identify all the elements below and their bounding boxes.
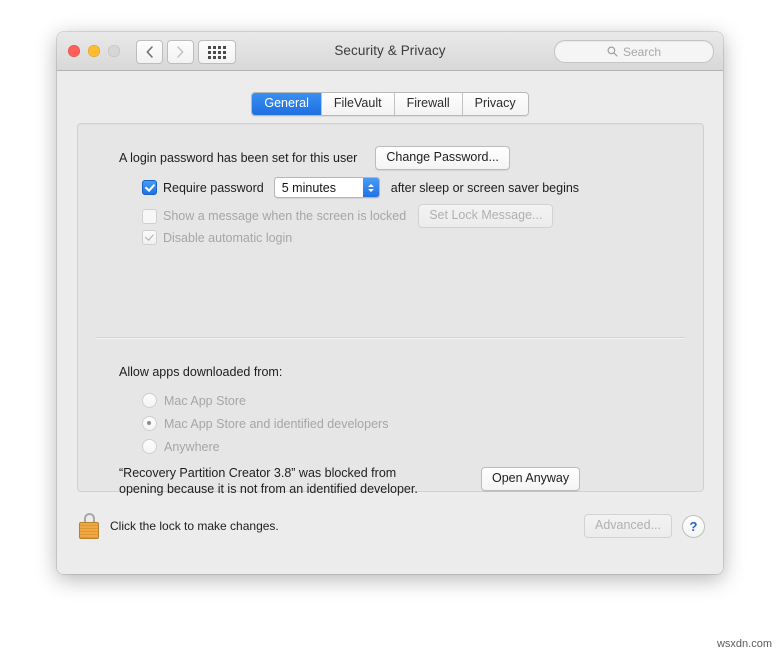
- login-password-label: A login password has been set for this u…: [119, 151, 358, 165]
- blocked-app-message: “Recovery Partition Creator 3.8” was blo…: [119, 465, 449, 497]
- show-lock-message-checkbox: [142, 208, 157, 224]
- gatekeeper-heading-row: Allow apps downloaded from:: [119, 365, 282, 379]
- tab-strip: General FileVault Firewall Privacy: [251, 92, 529, 116]
- radio-mac-app-store-label: Mac App Store: [164, 393, 246, 408]
- window-body: General FileVault Firewall Privacy A log…: [57, 71, 723, 574]
- tab-general[interactable]: General: [252, 93, 322, 115]
- tab-privacy[interactable]: Privacy: [462, 93, 528, 115]
- show-lock-message-row: Show a message when the screen is locked…: [142, 204, 554, 228]
- preferences-window: Security & Privacy Search General FileVa…: [57, 32, 723, 574]
- radio-anywhere: [142, 439, 157, 454]
- radio-identified-developers: [142, 416, 157, 431]
- change-password-button[interactable]: Change Password...: [375, 146, 510, 170]
- show-lock-message-label: Show a message when the screen is locked: [163, 209, 407, 223]
- blocked-app-message-line1: “Recovery Partition Creator 3.8” was blo…: [119, 466, 397, 480]
- general-settings-panel: A login password has been set for this u…: [77, 123, 704, 496]
- padlock-locked-icon[interactable]: [79, 513, 99, 539]
- login-password-row: A login password has been set for this u…: [119, 146, 510, 170]
- gatekeeper-option-identified-developers: Mac App Store and identified developers: [142, 416, 388, 431]
- gatekeeper-heading: Allow apps downloaded from:: [119, 365, 283, 379]
- require-password-checkbox[interactable]: [142, 180, 157, 195]
- require-password-interval-popup[interactable]: 5 minutes: [273, 177, 380, 198]
- open-anyway-button[interactable]: Open Anyway: [481, 467, 581, 491]
- require-password-interval-value: 5 minutes: [281, 180, 336, 195]
- require-password-label: Require password: [163, 180, 264, 195]
- lock-area: Click the lock to make changes.: [79, 513, 279, 539]
- search-input[interactable]: Search: [554, 40, 714, 63]
- gatekeeper-option-mac-app-store: Mac App Store: [142, 393, 246, 408]
- tab-bar: General FileVault Firewall Privacy: [57, 92, 723, 116]
- radio-mac-app-store: [142, 393, 157, 408]
- radio-anywhere-label: Anywhere: [164, 439, 220, 454]
- radio-identified-developers-label: Mac App Store and identified developers: [164, 416, 389, 431]
- require-password-row: Require password 5 minutes after sleep o…: [142, 177, 579, 198]
- disable-auto-login-row: Disable automatic login: [142, 230, 292, 245]
- search-icon: [607, 46, 618, 57]
- tab-firewall[interactable]: Firewall: [394, 93, 463, 115]
- set-lock-message-button: Set Lock Message...: [418, 204, 554, 228]
- help-button[interactable]: ?: [682, 514, 705, 538]
- window-titlebar: Security & Privacy Search: [57, 32, 723, 71]
- disable-auto-login-label: Disable automatic login: [163, 230, 293, 245]
- advanced-button: Advanced...: [583, 514, 672, 538]
- tab-filevault[interactable]: FileVault: [321, 93, 395, 115]
- require-password-suffix-label: after sleep or screen saver begins: [390, 180, 580, 195]
- search-placeholder: Search: [622, 44, 662, 59]
- gatekeeper-option-anywhere: Anywhere: [142, 439, 220, 454]
- footer-buttons: Advanced... ?: [583, 514, 705, 538]
- blocked-app-message-line2: opening because it is not from an identi…: [119, 482, 418, 496]
- watermark: wsxdn.com: [716, 638, 772, 650]
- stepper-arrows-icon[interactable]: [362, 178, 379, 197]
- section-divider: [96, 337, 685, 339]
- lock-instruction-text: Click the lock to make changes.: [110, 519, 279, 533]
- disable-auto-login-checkbox: [142, 230, 157, 245]
